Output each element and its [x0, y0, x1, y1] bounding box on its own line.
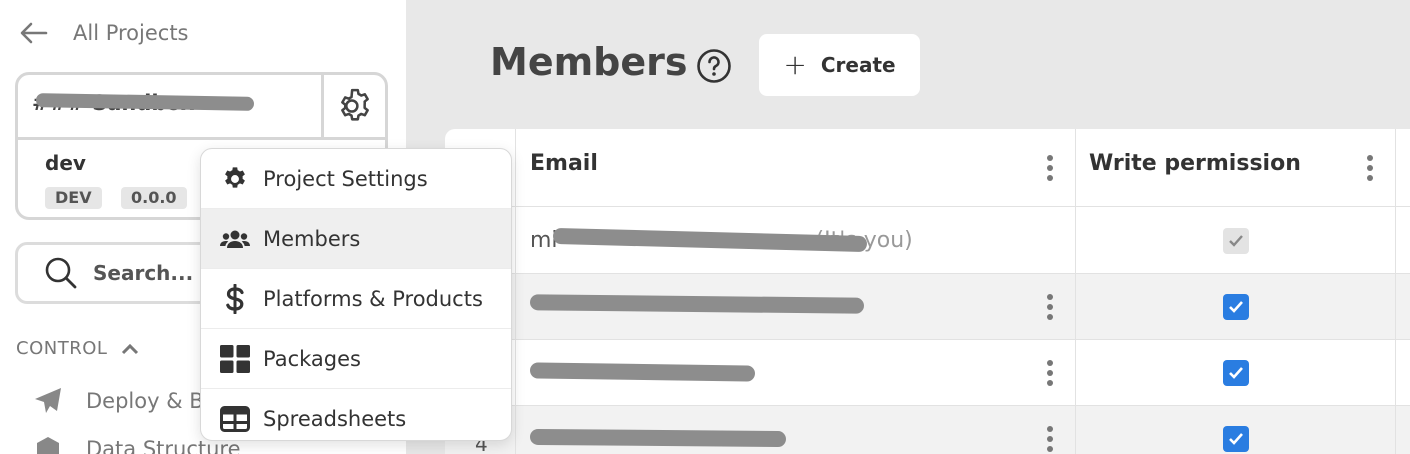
gear-icon	[219, 163, 251, 195]
redaction-mark	[529, 294, 865, 314]
project-name-row[interactable]: ### Sandbox	[18, 75, 385, 140]
checkmark-icon	[1229, 367, 1243, 379]
version-badge: 0.0.0	[121, 187, 187, 209]
sidebar-item-deploy[interactable]: Deploy & B	[32, 385, 204, 417]
page-title: Members	[490, 40, 688, 84]
project-menu: Project Settings Members Platforms & Pro…	[200, 148, 512, 441]
write-permission-checkbox	[1223, 228, 1249, 254]
menu-item-spreadsheets[interactable]: Spreadsheets	[201, 389, 511, 440]
menu-item-label: Members	[263, 226, 361, 251]
table-row[interactable]	[445, 274, 1410, 340]
create-button[interactable]: + Create	[759, 34, 920, 96]
members-table: Email Write permission mi(It's you)	[445, 129, 1410, 454]
menu-item-packages[interactable]: Packages	[201, 329, 511, 389]
sidebar-item-label: Deploy & B	[86, 389, 204, 413]
write-permission-checkbox[interactable]	[1223, 360, 1249, 386]
menu-item-label: Platforms & Products	[263, 286, 483, 311]
plus-icon: +	[783, 48, 807, 81]
arrow-left-icon	[20, 16, 48, 50]
write-permission-checkbox[interactable]	[1223, 294, 1249, 320]
project-settings-button[interactable]	[321, 75, 385, 137]
checkmark-icon	[1229, 433, 1243, 445]
env-badge: DEV	[45, 187, 102, 209]
search-placeholder: Search...	[93, 261, 194, 285]
row-menu-icon[interactable]	[1046, 360, 1054, 386]
table-row[interactable]	[445, 340, 1410, 406]
table-header: Email Write permission	[445, 129, 1410, 207]
row-menu-icon[interactable]	[1046, 426, 1054, 452]
table-icon	[219, 403, 251, 435]
row-menu-icon[interactable]	[1046, 294, 1054, 320]
column-divider	[1075, 129, 1076, 454]
main-content: Members + Create Email Write permission …	[406, 0, 1410, 454]
gear-icon	[340, 88, 369, 121]
column-header-write-permission: Write permission	[1089, 151, 1301, 176]
grid-icon	[219, 343, 251, 375]
column-menu-icon[interactable]	[1366, 155, 1374, 181]
table-row[interactable]: 4	[445, 406, 1410, 454]
column-divider	[1395, 129, 1396, 454]
redaction-mark	[529, 362, 756, 382]
menu-item-label: Project Settings	[263, 166, 428, 191]
search-icon	[45, 257, 77, 289]
column-menu-icon[interactable]	[1046, 155, 1054, 181]
write-permission-checkbox[interactable]	[1223, 426, 1249, 452]
back-link-label: All Projects	[73, 21, 189, 45]
menu-item-project-settings[interactable]: Project Settings	[201, 149, 511, 209]
dollar-icon	[219, 283, 251, 315]
help-icon[interactable]	[696, 48, 732, 84]
column-divider	[515, 129, 516, 454]
column-header-email: Email	[530, 151, 598, 176]
paper-plane-icon	[32, 385, 64, 417]
menu-item-label: Spreadsheets	[263, 407, 407, 431]
checkmark-icon	[1229, 301, 1243, 313]
checkmark-icon	[1229, 235, 1243, 247]
cube-icon	[32, 433, 64, 454]
users-icon	[219, 223, 251, 255]
redaction-mark	[529, 428, 787, 448]
table-row[interactable]: mi(It's you)	[445, 208, 1410, 274]
environment-name: dev	[45, 151, 86, 175]
menu-item-platforms-products[interactable]: Platforms & Products	[201, 269, 511, 329]
chevron-up-icon	[122, 343, 139, 354]
create-button-label: Create	[820, 53, 896, 77]
control-section-label: CONTROL	[16, 338, 108, 359]
back-to-projects-link[interactable]: All Projects	[20, 16, 189, 50]
menu-item-members[interactable]: Members	[201, 209, 511, 269]
control-section-toggle[interactable]: CONTROL	[16, 338, 139, 359]
menu-item-label: Packages	[263, 346, 361, 371]
